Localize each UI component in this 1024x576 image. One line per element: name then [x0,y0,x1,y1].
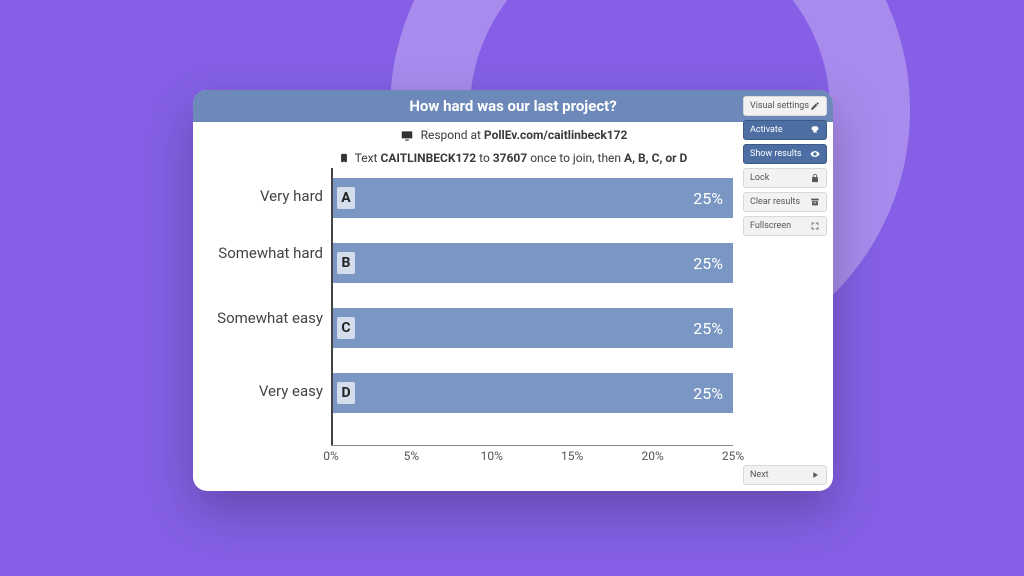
phone-icon [339,151,349,165]
trophy-icon [810,125,820,135]
respond-url: PollEv.com/caitlinbeck172 [484,128,627,142]
lock-button[interactable]: Lock [743,168,827,188]
expand-icon [810,221,820,231]
bar-value: 25% [693,384,723,403]
y-label: Very easy [201,383,323,400]
bar-value: 25% [693,319,723,338]
activate-label: Activate [750,125,783,135]
play-icon [810,470,820,480]
visual-settings-label: Visual settings [750,101,809,111]
x-tick: 15% [561,449,583,463]
bar-letter: C [337,317,355,339]
x-tick: 5% [404,449,420,463]
x-axis: 0% 5% 10% 15% 20% 25% [331,445,733,467]
poll-title-text: How hard was our last project? [409,97,616,115]
respond-prefix: Respond at [421,128,484,142]
bar-b: B 25% [333,243,733,283]
clear-results-label: Clear results [750,197,800,207]
clear-results-button[interactable]: Clear results [743,192,827,212]
bar-a: A 25% [333,178,733,218]
bar-value: 25% [693,189,723,208]
x-tick: 20% [641,449,663,463]
poll-panel: How hard was our last project? Visual se… [193,90,833,491]
bar-chart: A 25% B 25% C 25% D 25% Very hard Somewh… [201,168,733,467]
text-prefix: Text [355,151,381,165]
x-tick: 25% [722,449,744,463]
x-tick: 10% [481,449,503,463]
text-mid: to [476,151,493,165]
fullscreen-label: Fullscreen [750,221,791,231]
next-button[interactable]: Next [743,465,827,485]
bar-d: D 25% [333,373,733,413]
next-label: Next [750,470,769,480]
pencil-icon [810,101,820,111]
text-suffix: once to join, then [527,151,624,165]
x-tick: 0% [323,449,339,463]
y-label: Somewhat hard [201,245,323,262]
y-label: Somewhat easy [201,310,323,327]
text-code: CAITLINBECK172 [380,151,476,165]
plot-area: A 25% B 25% C 25% D 25% [331,168,733,445]
bar-c: C 25% [333,308,733,348]
bar-letter: A [337,187,355,209]
show-results-button[interactable]: Show results [743,144,827,164]
visual-settings-button[interactable]: Visual settings [743,96,827,116]
archive-icon [810,197,820,207]
eye-icon [810,149,820,159]
bar-letter: D [337,382,355,404]
fullscreen-button[interactable]: Fullscreen [743,216,827,236]
bar-value: 25% [693,254,723,273]
lock-label: Lock [750,173,769,183]
show-results-label: Show results [750,149,802,159]
poll-title: How hard was our last project? [193,90,833,122]
lock-icon [810,173,820,183]
bar-letter: B [337,252,355,274]
text-options: A, B, C, or D [624,151,687,165]
activate-button[interactable]: Activate [743,120,827,140]
instructions: Respond at PollEv.com/caitlinbeck172 Tex… [193,126,833,172]
y-label: Very hard [201,188,323,205]
side-controls: Visual settings Activate Show results Lo… [743,96,827,236]
text-number: 37607 [493,151,527,165]
monitor-icon [399,129,415,143]
